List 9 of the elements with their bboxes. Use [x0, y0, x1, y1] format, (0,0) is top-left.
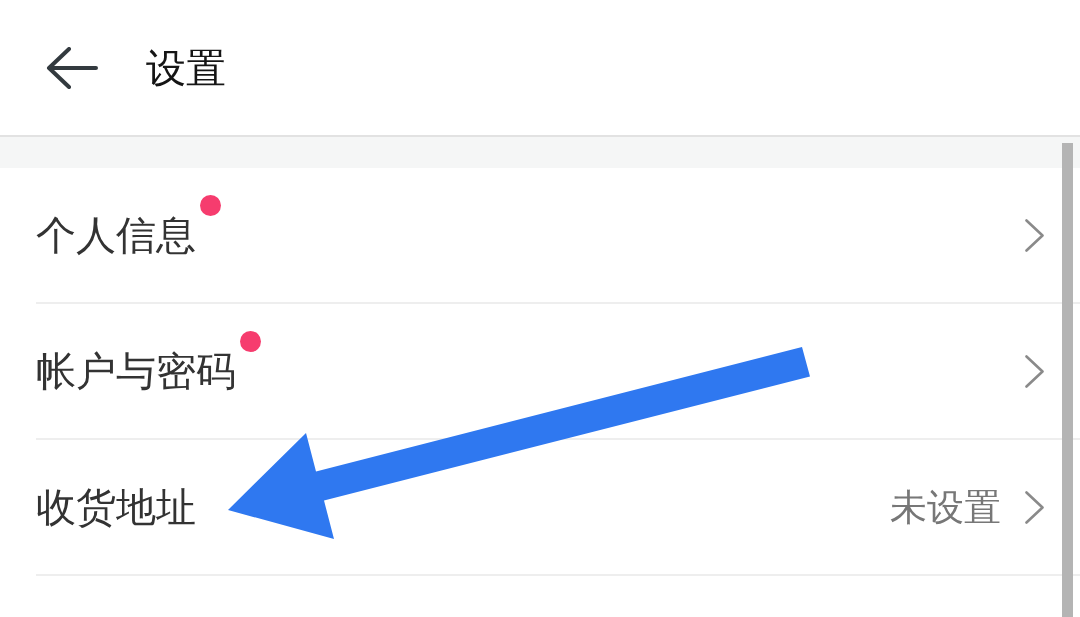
chevron-right-icon [1025, 218, 1044, 252]
row-label: 帐户与密码 [36, 351, 236, 391]
chevron-right-icon [1025, 490, 1044, 524]
chevron-right-icon [1025, 354, 1044, 388]
row-label: 收货地址 [36, 487, 196, 527]
page-title: 设置 [146, 47, 226, 88]
row-value: 未设置 [890, 488, 1001, 526]
back-icon[interactable] [46, 46, 98, 89]
row-label: 个人信息 [36, 215, 196, 255]
